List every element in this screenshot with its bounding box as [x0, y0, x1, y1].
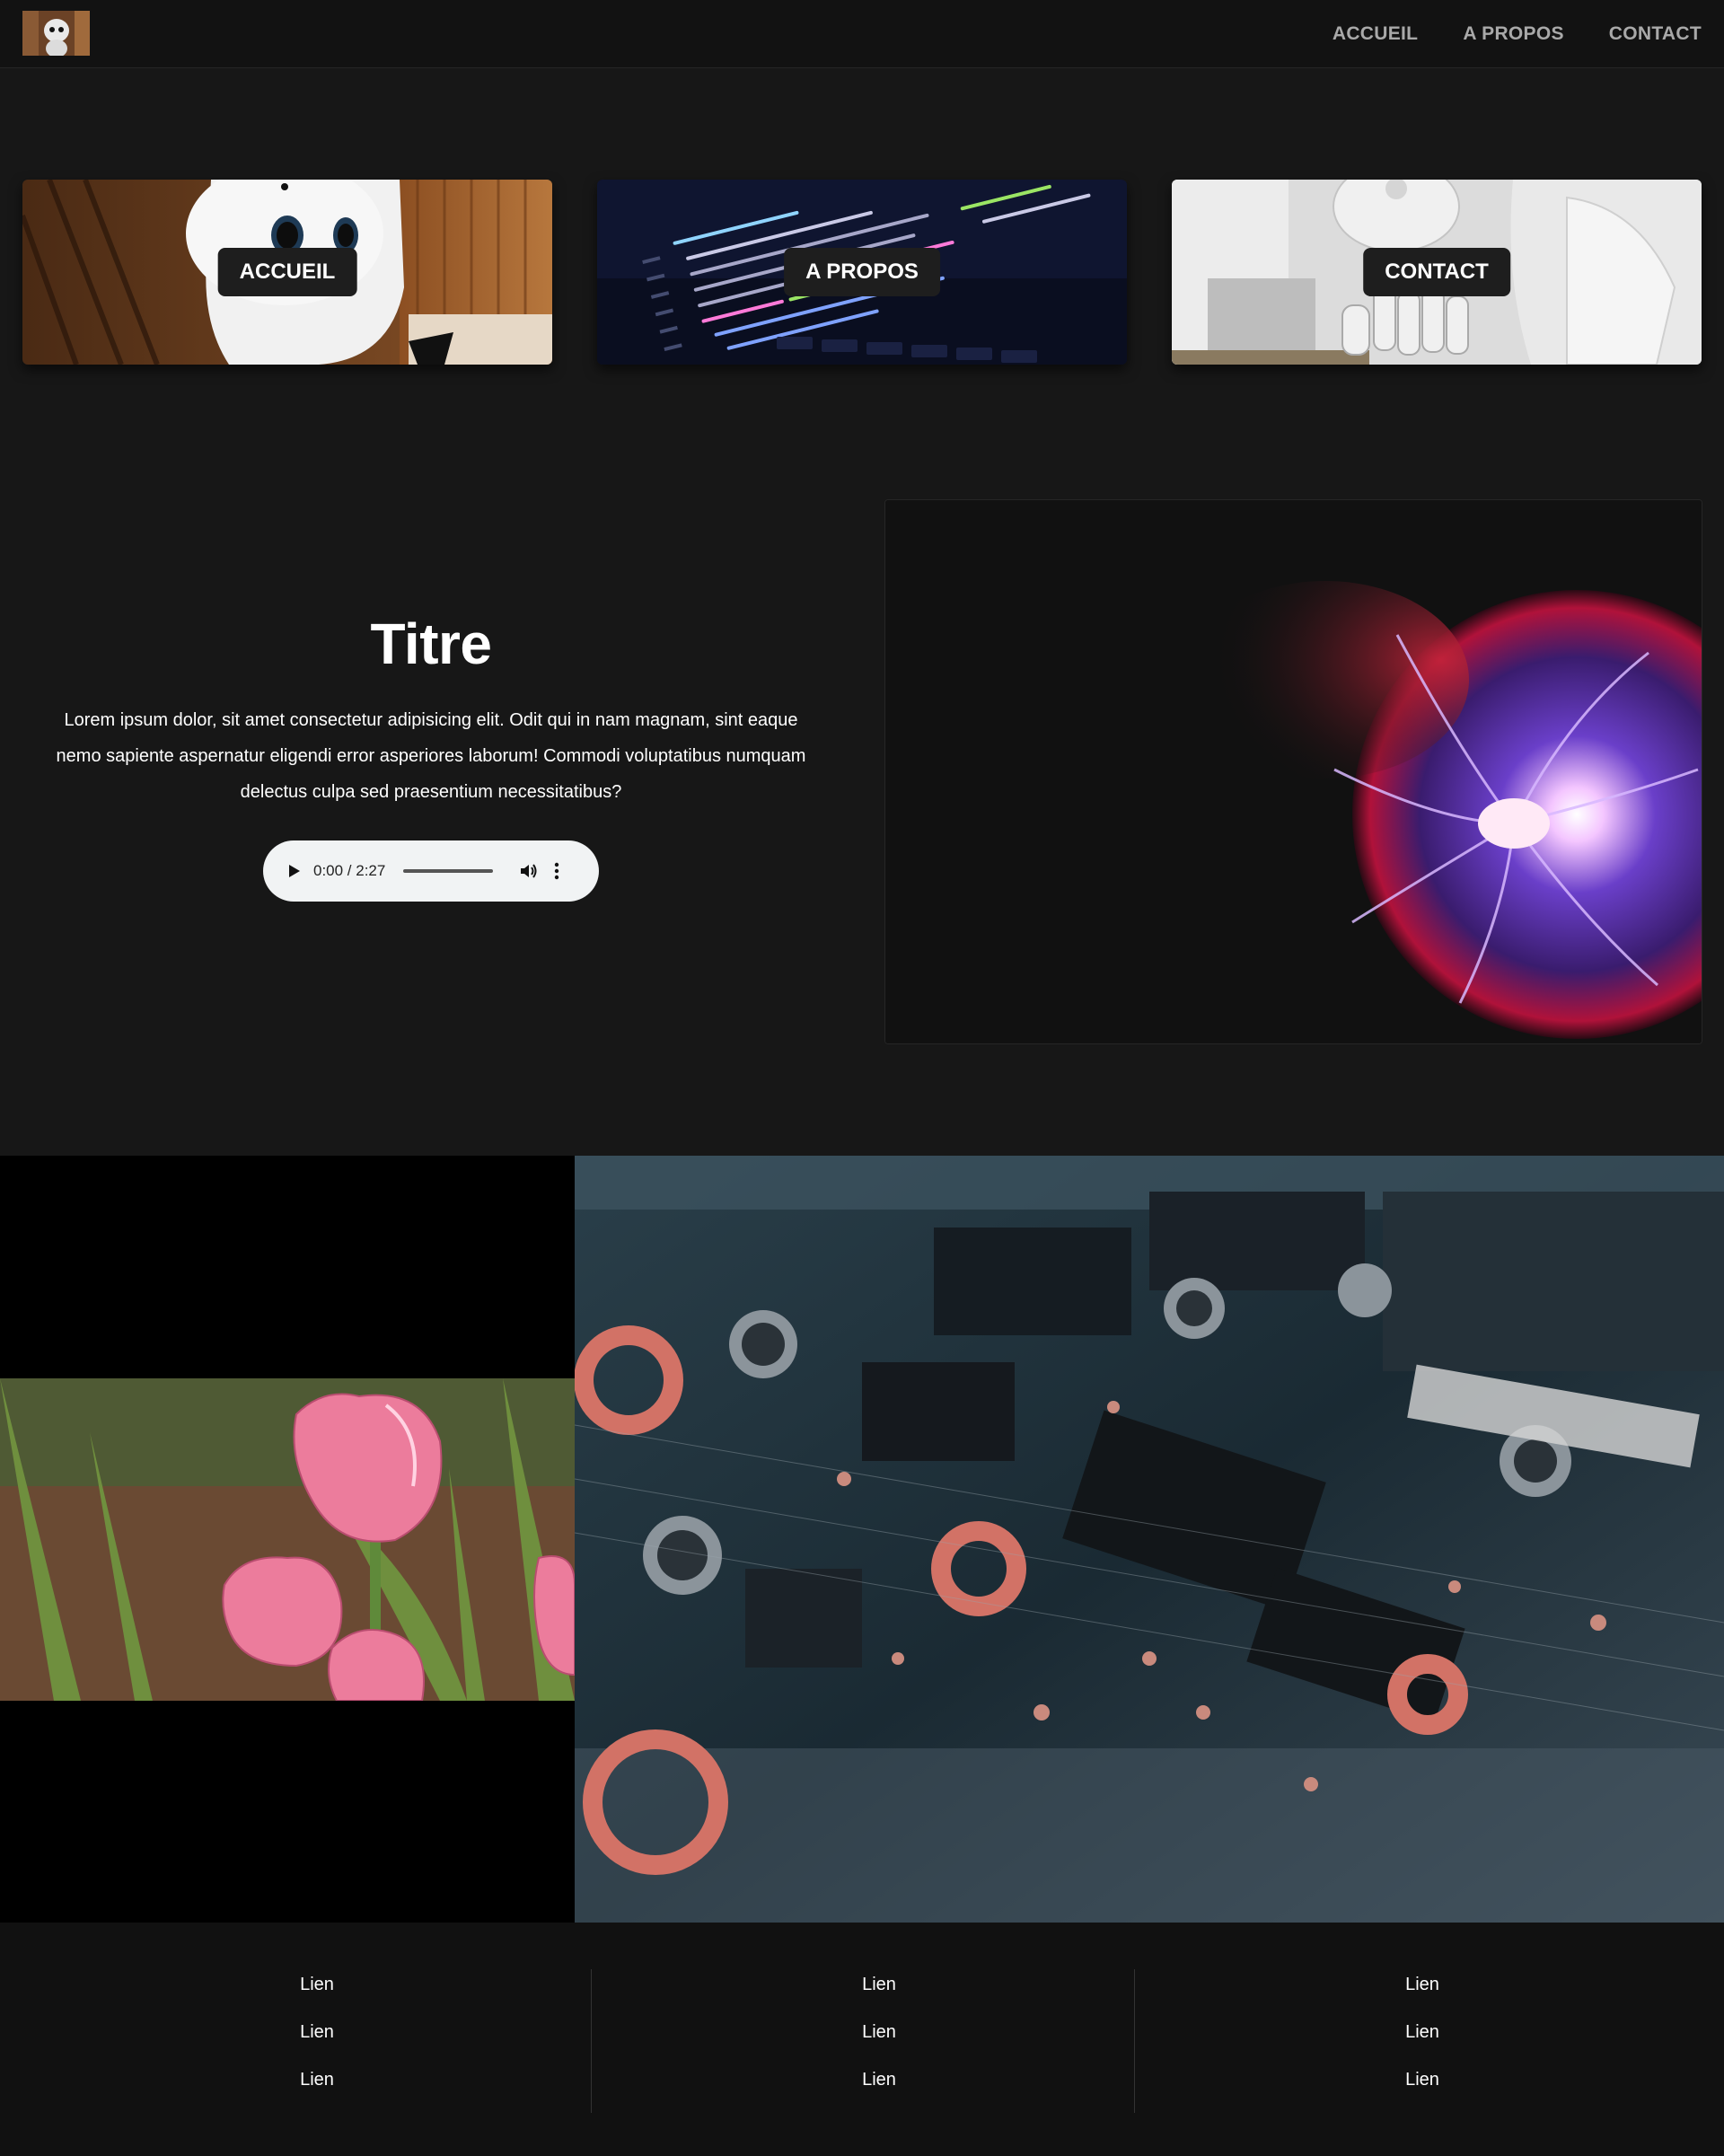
- footer-link[interactable]: Lien: [862, 1969, 896, 2017]
- card-label-accueil[interactable]: ACCUEIL: [217, 248, 357, 296]
- footer-column-2: Lien Lien Lien: [591, 1969, 1166, 2113]
- footer-link[interactable]: Lien: [1405, 1969, 1439, 2017]
- hero-paragraph: Lorem ipsum dolor, sit amet consectetur …: [56, 710, 806, 802]
- card-accueil[interactable]: ACCUEIL: [22, 180, 552, 365]
- footer-link[interactable]: Lien: [1405, 2017, 1439, 2064]
- nav-link-contact[interactable]: CONTACT: [1609, 23, 1702, 45]
- hero-title: Titre: [370, 612, 492, 676]
- card-label-contact[interactable]: CONTACT: [1363, 248, 1510, 296]
- plasma-ball-image: [884, 499, 1702, 1044]
- gallery-left-panel: [0, 1156, 575, 1923]
- footer-column-1: Lien Lien Lien: [30, 1969, 604, 2113]
- robot-logo-icon[interactable]: [22, 11, 90, 56]
- audio-time: 0:00 / 2:27: [313, 862, 386, 879]
- footer-link[interactable]: Lien: [300, 2017, 334, 2064]
- nav-link-a-propos[interactable]: A PROPOS: [1463, 23, 1563, 45]
- audio-player[interactable]: 0:00 / 2:27: [263, 840, 599, 902]
- footer-link[interactable]: Lien: [862, 2017, 896, 2064]
- pink-tulips-image: [0, 1378, 575, 1701]
- hero-text: Titre Lorem ipsum dolor, sit amet consec…: [45, 611, 817, 810]
- audio-progress-bar[interactable]: [403, 869, 494, 873]
- footer-link[interactable]: Lien: [300, 1969, 334, 2017]
- more-options-icon[interactable]: [552, 860, 561, 882]
- footer-link[interactable]: Lien: [300, 2064, 334, 2112]
- footer-link[interactable]: Lien: [862, 2064, 896, 2112]
- footer-link[interactable]: Lien: [1405, 2064, 1439, 2112]
- footer-column-3: Lien Lien Lien: [1134, 1969, 1710, 2113]
- nav-link-accueil[interactable]: ACCUEIL: [1333, 23, 1418, 45]
- card-label-a-propos[interactable]: A PROPOS: [784, 248, 940, 296]
- play-icon[interactable]: [285, 862, 303, 880]
- navbar: ACCUEIL A PROPOS CONTACT: [0, 0, 1724, 68]
- footer: Lien Lien Lien Lien Lien Lien Lien Lien …: [0, 1923, 1724, 2156]
- card-contact[interactable]: CONTACT: [1172, 180, 1702, 365]
- volume-icon[interactable]: [518, 860, 540, 882]
- nav-links: ACCUEIL A PROPOS CONTACT: [1333, 0, 1702, 67]
- card-a-propos[interactable]: A PROPOS: [597, 180, 1127, 365]
- circuit-board-image: [575, 1156, 1724, 1923]
